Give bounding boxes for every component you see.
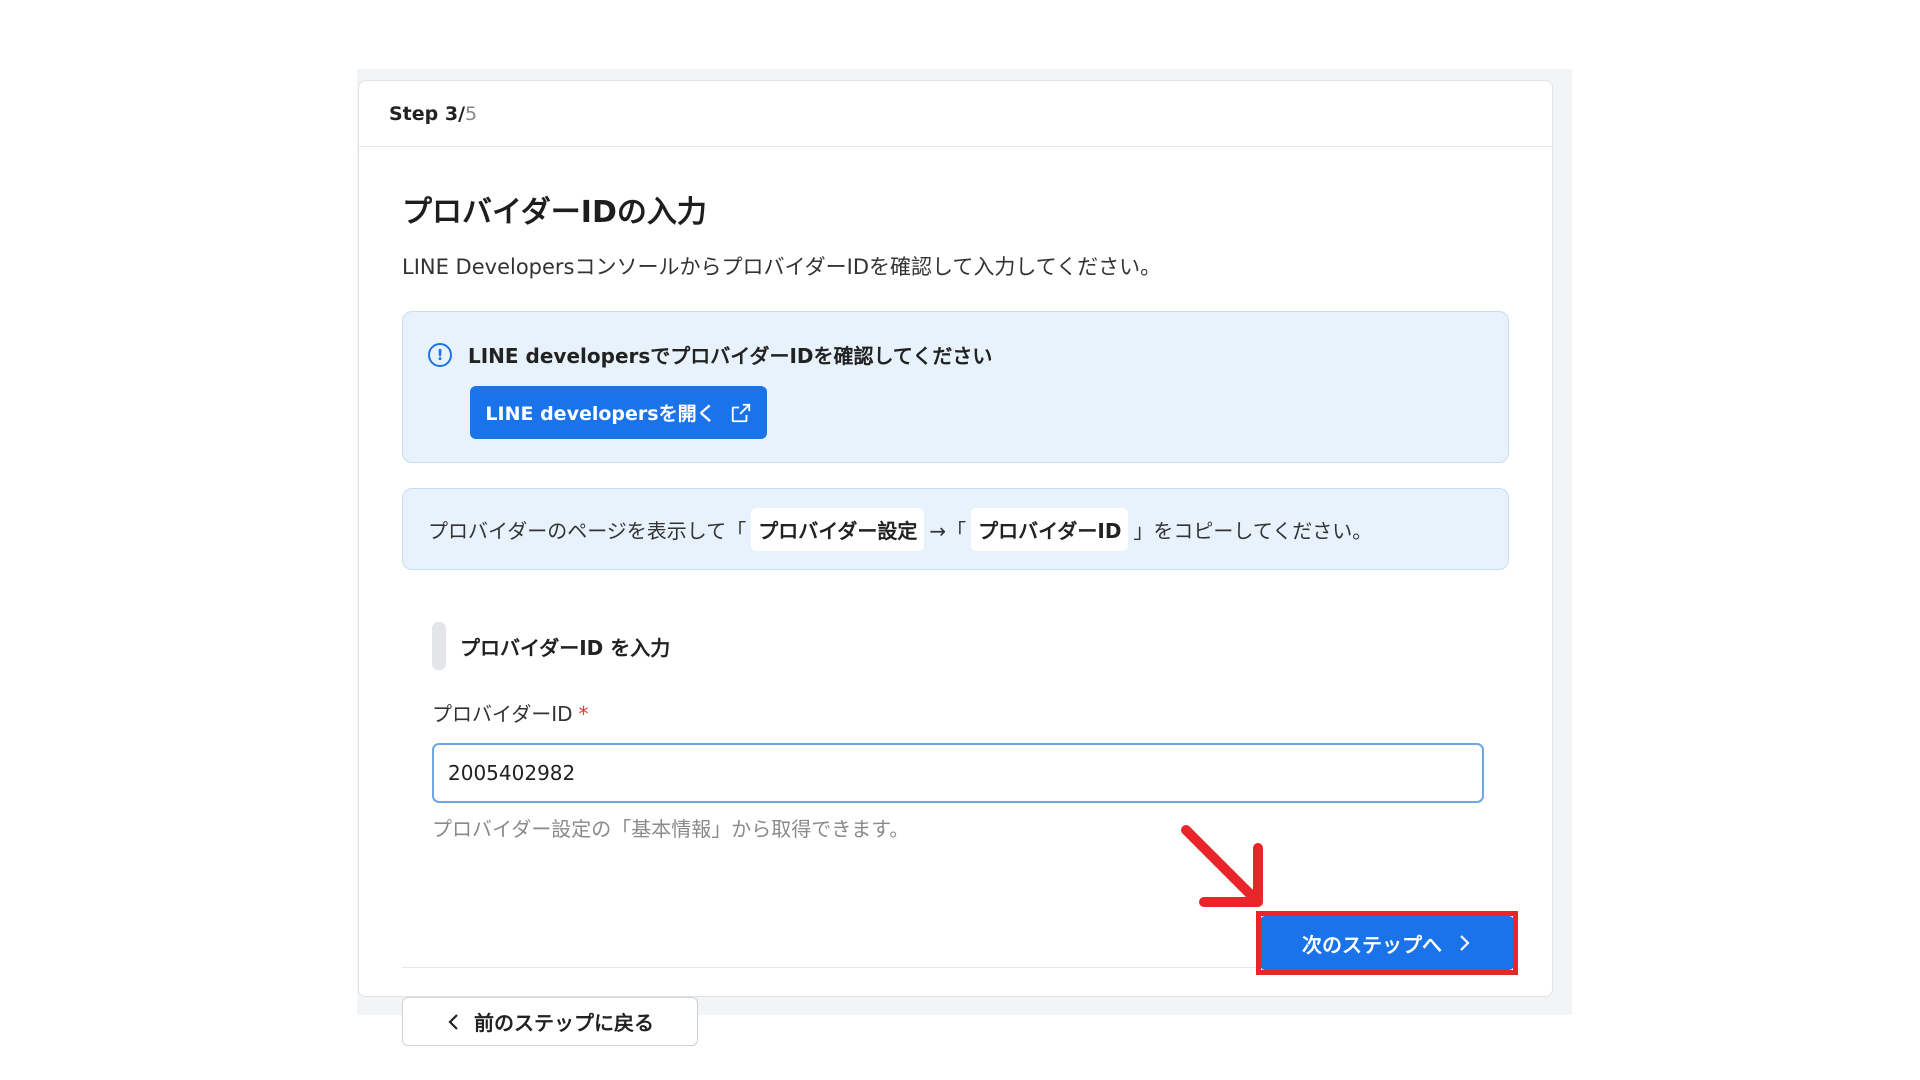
info-box: ! LINE developersでプロバイダーIDを確認してください LINE… [402,311,1509,463]
copy-middle: →「 [929,518,967,543]
copy-prefix: プロバイダーのページを表示して「 [428,518,747,543]
back-button[interactable]: 前のステップに戻る [402,997,698,1046]
provider-id-label: プロバイダーID * [432,698,1509,727]
wizard-card: Step 3/5 プロバイダーIDの入力 LINE Developersコンソー… [358,80,1553,1046]
info-box-title: ! LINE developersでプロバイダーIDを確認してください [428,340,992,369]
step-indicator: Step 3/5 [359,81,1552,147]
provider-id-label-text: プロバイダーID [432,702,573,726]
section-bar [432,622,446,670]
page-title: プロバイダーIDの入力 [402,195,707,230]
info-icon: ! [428,342,452,367]
highlight-box [1256,911,1518,975]
provider-id-input[interactable] [432,743,1484,803]
step-content: プロバイダーIDの入力 LINE Developersコンソールからプロバイダー… [402,187,1509,1046]
section-title: プロバイダーID を入力 [460,635,671,660]
section-header: プロバイダーID を入力 [432,622,1509,670]
page-subtitle: LINE DevelopersコンソールからプロバイダーIDを確認して入力してく… [402,255,1162,279]
red-arrow-icon [1181,825,1263,907]
provider-id-hint: プロバイダー設定の「基本情報」から取得できます。 [432,817,910,841]
back-button-label: 前のステップに戻る [474,1011,654,1035]
open-line-developers-button[interactable]: LINE developersを開く [470,386,767,439]
copy-instructions: プロバイダーのページを表示して「 プロバイダー設定 →「 プロバイダーID 」を… [402,488,1509,570]
info-box-title-text: LINE developersでプロバイダーIDを確認してください [468,344,993,368]
copy-suffix: 」をコピーしてください。 [1133,518,1373,543]
stage: Step 3/5 プロバイダーIDの入力 LINE Developersコンソー… [0,0,1920,1080]
open-button-label: LINE developersを開く [485,403,716,425]
step-total: 5 [465,102,478,125]
step-current: Step 3/ [389,102,466,125]
required-mark: * [578,702,589,726]
external-link-icon [731,403,750,422]
chip-provider-settings: プロバイダー設定 [751,507,925,551]
chip-provider-id: プロバイダーID [971,507,1129,551]
chevron-left-icon [448,1013,458,1030]
